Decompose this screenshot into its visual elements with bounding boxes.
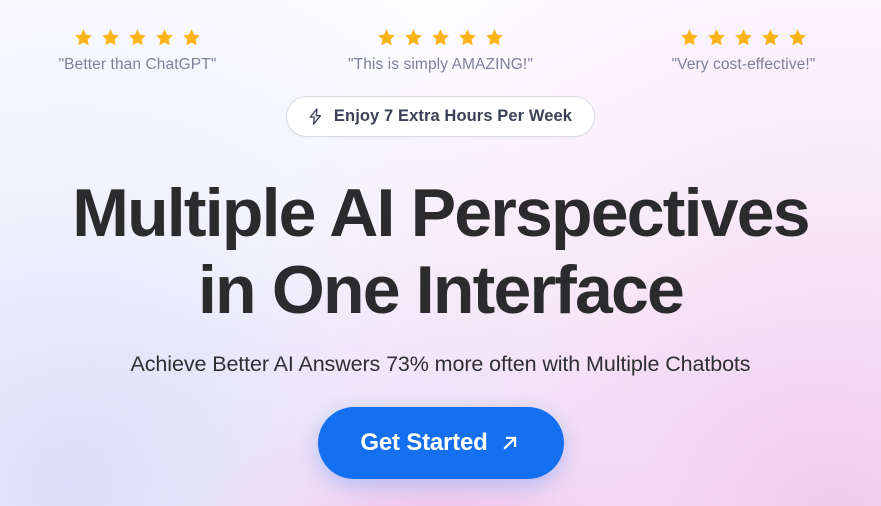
cta-label: Get Started xyxy=(360,428,488,456)
star-icon xyxy=(459,29,476,46)
star-icon xyxy=(762,29,779,46)
hero-subheadline: Achieve Better AI Answers 73% more often… xyxy=(130,351,751,376)
star-icon xyxy=(102,29,119,46)
testimonial-quote: "Better than ChatGPT" xyxy=(58,56,217,73)
testimonial-1: "Better than ChatGPT" xyxy=(18,28,258,74)
get-started-button[interactable]: Get Started xyxy=(317,406,564,479)
star-icon xyxy=(681,29,698,46)
hero-section: "Better than ChatGPT" "This is simply AM… xyxy=(0,0,881,506)
badge-row: Enjoy 7 Extra Hours Per Week xyxy=(0,96,881,137)
star-icon xyxy=(75,29,92,46)
star-icon xyxy=(405,29,422,46)
star-icon xyxy=(129,29,146,46)
star-icon xyxy=(708,29,725,46)
arrow-up-right-icon xyxy=(502,435,517,450)
badge-label: Enjoy 7 Extra Hours Per Week xyxy=(333,107,573,125)
cta-row: Get Started xyxy=(0,406,881,479)
headline-line-1: Multiple AI Perspectives xyxy=(72,175,810,251)
star-icon xyxy=(183,29,200,46)
lightning-bolt-icon xyxy=(309,108,321,125)
star-icon xyxy=(156,29,173,46)
hero-content: "Better than ChatGPT" "This is simply AM… xyxy=(0,0,881,506)
star-rating xyxy=(18,28,258,47)
star-icon xyxy=(486,29,503,46)
testimonial-3: "Very cost-effective!" xyxy=(624,28,864,74)
star-icon xyxy=(789,29,806,46)
star-rating xyxy=(321,28,561,47)
page-title: Multiple AI Perspectives in One Interfac… xyxy=(0,175,881,329)
headline-line-2: in One Interface xyxy=(197,252,685,329)
star-icon xyxy=(432,29,449,46)
star-icon xyxy=(378,29,395,46)
star-icon xyxy=(735,29,752,46)
testimonials-row: "Better than ChatGPT" "This is simply AM… xyxy=(0,0,881,74)
star-rating xyxy=(624,28,864,47)
testimonial-2: "This is simply AMAZING!" xyxy=(321,28,561,74)
testimonial-quote: "Very cost-effective!" xyxy=(671,56,816,73)
value-prop-badge[interactable]: Enjoy 7 Extra Hours Per Week xyxy=(285,96,596,137)
testimonial-quote: "This is simply AMAZING!" xyxy=(348,56,533,73)
